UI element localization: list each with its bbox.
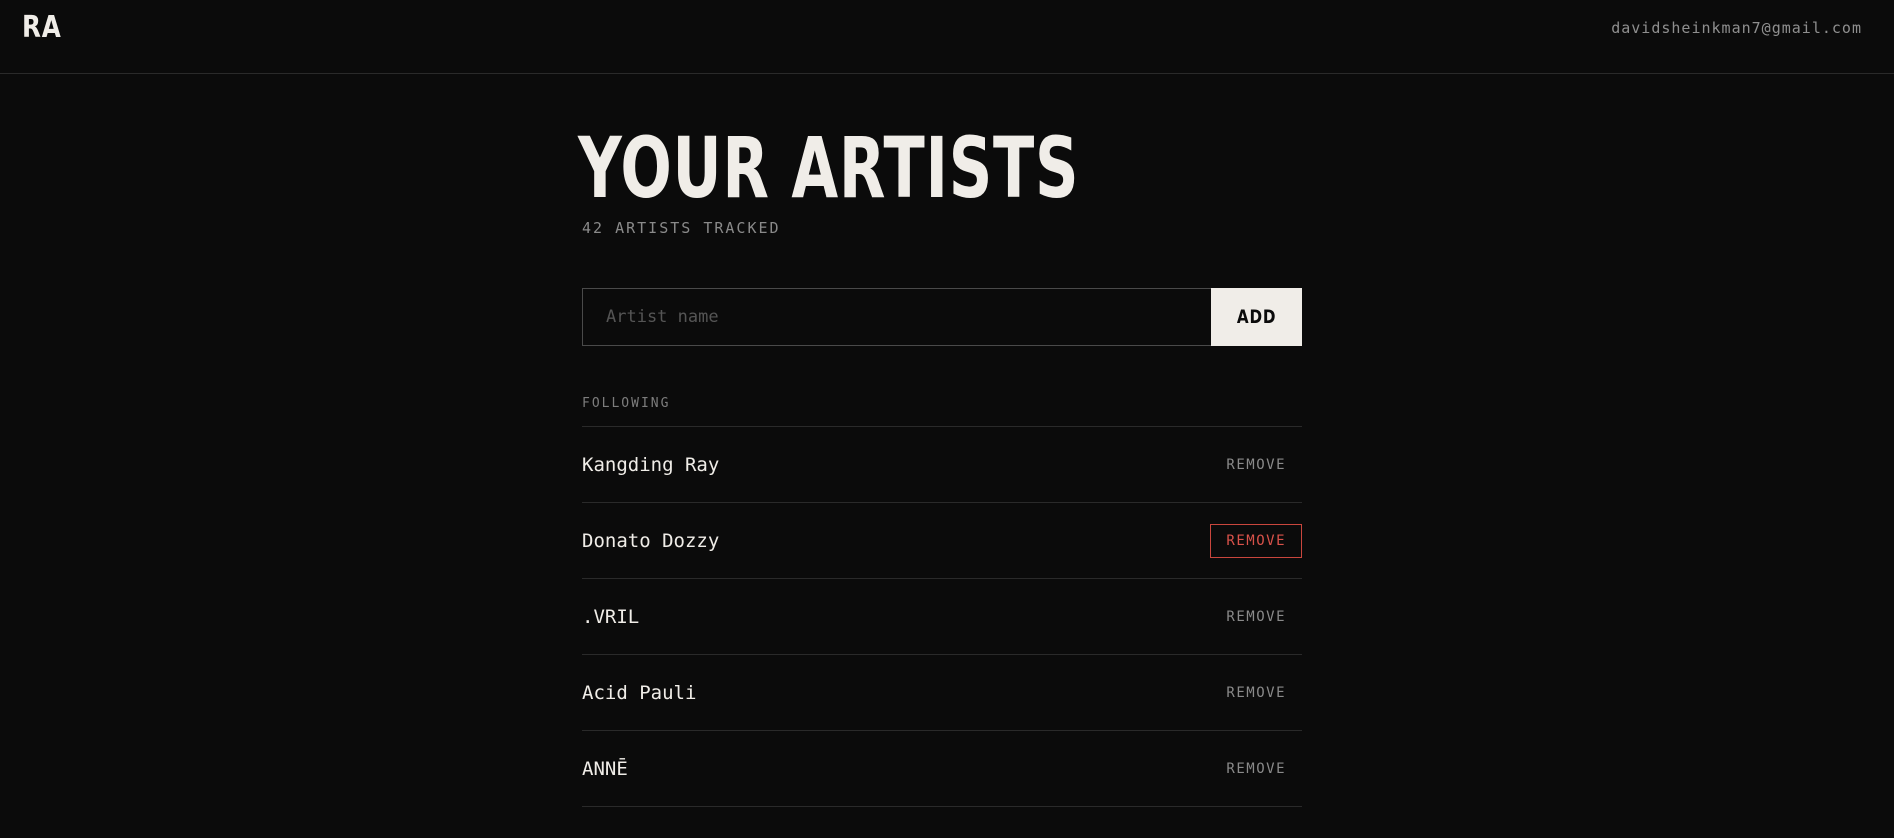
artist-row: Donato Dozzy REMOVE <box>582 503 1302 579</box>
artists-count: 42 ARTISTS TRACKED <box>582 219 781 237</box>
artist-row: Kangding Ray REMOVE <box>582 427 1302 503</box>
following-section-label: FOLLOWING <box>582 396 671 411</box>
add-button[interactable]: ADD <box>1211 288 1302 346</box>
remove-button[interactable]: REMOVE <box>1210 523 1302 558</box>
artist-list: Kangding Ray REMOVE Donato Dozzy REMOVE … <box>582 426 1302 807</box>
add-button-label: ADD <box>1236 306 1277 328</box>
artist-name: Kangding Ray <box>582 453 720 476</box>
artist-row: ANNĒ REMOVE <box>582 731 1302 807</box>
ra-logo[interactable]: RA <box>22 10 62 45</box>
artist-name: ANNĒ <box>582 757 628 780</box>
artist-row: Acid Pauli REMOVE <box>582 655 1302 731</box>
artist-name: .VRIL <box>582 605 640 628</box>
top-bar: RA davidsheinkman7@gmail.com <box>0 0 1894 74</box>
artist-row: .VRIL REMOVE <box>582 579 1302 655</box>
artist-name-input[interactable] <box>582 288 1211 346</box>
artist-name: Donato Dozzy <box>582 529 720 552</box>
user-email[interactable]: davidsheinkman7@gmail.com <box>1611 19 1862 37</box>
remove-button[interactable]: REMOVE <box>1210 448 1302 482</box>
remove-button[interactable]: REMOVE <box>1210 752 1302 786</box>
artist-name: Acid Pauli <box>582 681 697 704</box>
remove-button[interactable]: REMOVE <box>1210 600 1302 634</box>
remove-button[interactable]: REMOVE <box>1210 676 1302 710</box>
add-artist-form: ADD <box>582 288 1302 346</box>
page-title: YOUR ARTISTS <box>578 119 1080 217</box>
